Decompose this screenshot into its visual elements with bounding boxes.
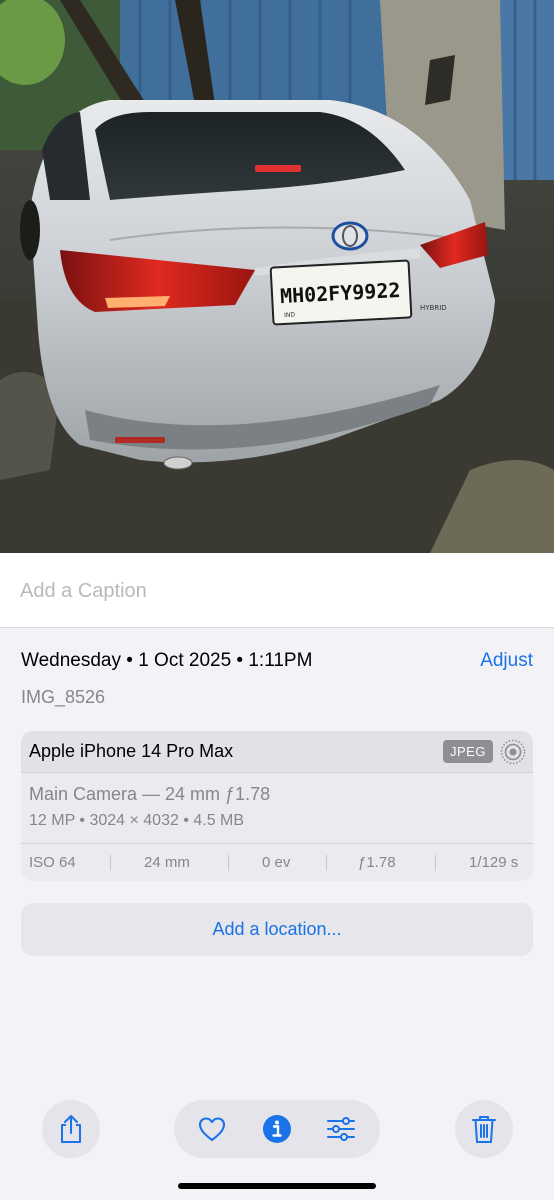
exif-divider (228, 855, 229, 871)
caption-input[interactable] (20, 573, 530, 609)
sliders-icon (327, 1117, 355, 1141)
exif-divider (435, 855, 436, 871)
filename: IMG_8526 (21, 687, 106, 707)
car-photo: MH02FY9922 IND HYBRID (0, 0, 554, 553)
exif-aperture: ƒ1.78 (358, 854, 396, 871)
exif-divider (110, 855, 111, 871)
date-time: Wednesday • 1 Oct 2025 • 1:11PM (21, 650, 313, 671)
caption-area (0, 553, 554, 628)
photo-actions-group (174, 1100, 380, 1158)
share-button[interactable] (42, 1100, 100, 1158)
exif-divider (326, 855, 327, 871)
add-location-button[interactable]: Add a location... (21, 903, 533, 956)
exif-shutter-speed: 1/129 s (469, 854, 519, 871)
info-icon (263, 1115, 291, 1143)
live-photo-icon[interactable] (500, 739, 526, 765)
share-icon (61, 1115, 81, 1143)
image-specs: 12 MP • 3024 × 4032 • 4.5 MB (29, 812, 245, 829)
adjust-date-button[interactable]: Adjust (480, 650, 533, 672)
home-indicator[interactable] (178, 1183, 376, 1189)
format-badge: JPEG (443, 740, 493, 763)
camera-info-card: Apple iPhone 14 Pro Max JPEG Main Camera… (21, 731, 533, 881)
trash-icon (472, 1116, 496, 1143)
exif-iso: ISO 64 (29, 854, 76, 871)
svg-text:IND: IND (284, 311, 296, 319)
photo-view[interactable]: MH02FY9922 IND HYBRID (0, 0, 554, 553)
lens-info: Main Camera — 24 mm ƒ1.78 (29, 784, 271, 804)
device-name: Apple iPhone 14 Pro Max (29, 741, 234, 761)
exif-exposure-value: 0 ev (262, 854, 291, 871)
info-button[interactable] (262, 1114, 292, 1144)
exif-row: ISO 64 24 mm 0 ev ƒ1.78 1/129 s (21, 843, 533, 881)
heart-icon (198, 1117, 226, 1142)
device-header: Apple iPhone 14 Pro Max JPEG (21, 731, 533, 773)
exif-focal-length: 24 mm (144, 854, 190, 871)
edit-button[interactable] (326, 1114, 356, 1144)
favorite-button[interactable] (197, 1114, 227, 1144)
delete-button[interactable] (455, 1100, 513, 1158)
svg-text:HYBRID: HYBRID (420, 304, 447, 312)
